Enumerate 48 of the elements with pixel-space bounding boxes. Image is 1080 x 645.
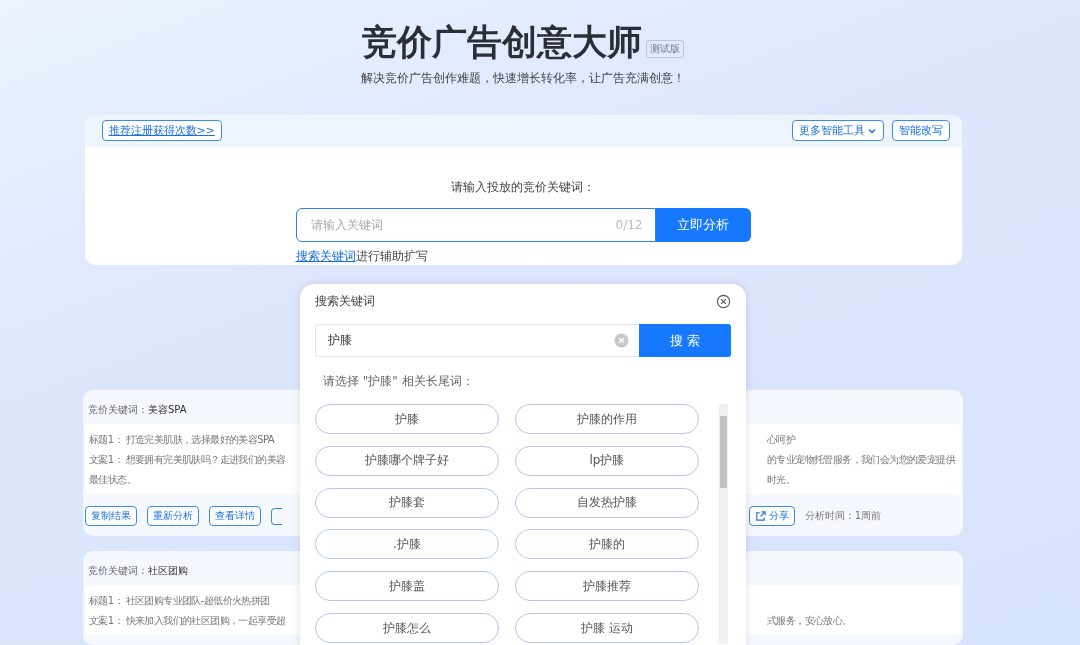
analyze-button[interactable]: 立即分析: [655, 207, 751, 242]
keyword-chip[interactable]: 自发热护膝: [515, 487, 699, 518]
keyword-chip[interactable]: .护膝: [315, 529, 499, 560]
analysis-time: 分析时间：1周前: [804, 509, 881, 523]
keyword-chip[interactable]: 护膝 运动: [515, 613, 699, 644]
keyword-chip[interactable]: 护膝: [315, 404, 499, 434]
scrollbar-thumb[interactable]: [720, 416, 727, 488]
result-text: 标题1： 社区团购专业团队-超低价火热拼团: [89, 594, 270, 608]
action-button[interactable]: 查看详情: [209, 506, 261, 526]
result-text: 式服务，安心放心。: [767, 614, 852, 628]
referral-link[interactable]: 推荐注册获得次数>>: [101, 120, 222, 142]
rewrite-button[interactable]: 智能改写: [891, 120, 950, 142]
page-title: 竞价广告创意大师: [362, 21, 642, 64]
result-text: 时光。: [767, 473, 796, 487]
keyword-chip[interactable]: 护膝怎么: [315, 613, 499, 644]
search-box[interactable]: 护膝: [315, 324, 639, 357]
result-text: 文案1： 想要拥有完美肌肤吗？走进我们的美容: [89, 453, 286, 467]
action-button[interactable]: 重新分析: [147, 506, 199, 526]
keyword-chip[interactable]: 护膝盖: [315, 571, 499, 602]
keyword-label: 竞价关键词：社区团购: [88, 564, 188, 578]
search-keyword-link[interactable]: 搜索关键词: [295, 249, 356, 263]
result-text: 最佳状态。: [89, 473, 136, 487]
close-icon[interactable]: [716, 293, 731, 309]
result-text: 标题1： 打造完美肌肤，选择最好的美容SPA: [89, 433, 274, 447]
action-button[interactable]: [271, 507, 282, 525]
keyword-chip[interactable]: 护膝的: [515, 529, 699, 560]
input-label: 请输入投放的竞价关键词：: [451, 178, 595, 196]
hint-text: 请选择 "护膝" 相关长尾词：: [323, 373, 475, 390]
helper-text: 搜索关键词进行辅助扩写: [295, 248, 429, 265]
keyword-label: 竞价关键词：美容SPA: [88, 403, 187, 417]
keyword-chip[interactable]: lp护膝: [515, 445, 699, 476]
tools-dropdown[interactable]: 更多智能工具: [791, 120, 884, 142]
char-counter: 0/12: [615, 217, 643, 232]
search-button[interactable]: 搜 索: [639, 324, 731, 357]
result-text: 心呵护: [767, 433, 796, 447]
keyword-chip[interactable]: 护膝哪个牌子好: [315, 445, 499, 476]
action-button[interactable]: 复制结果: [85, 506, 137, 526]
share-icon: [754, 510, 766, 522]
keyword-chip[interactable]: 护膝套: [315, 487, 499, 518]
clear-icon[interactable]: [614, 333, 629, 348]
keyword-chip[interactable]: 护膝推荐: [515, 571, 699, 602]
result-text: 的专业宠物托管服务，我们会为您的爱宠提供: [767, 453, 955, 467]
subtitle: 解决竞价广告创作难题，快速增长转化率，让广告充满创意！: [361, 70, 685, 87]
keyword-chip[interactable]: 护膝的作用: [515, 404, 699, 434]
popup-title: 搜索关键词: [315, 292, 375, 310]
share-button[interactable]: 分享: [748, 506, 795, 526]
version-badge: 测试版: [646, 40, 684, 58]
result-text: 文案1： 快来加入我们的社区团购，一起享受超: [89, 614, 286, 628]
